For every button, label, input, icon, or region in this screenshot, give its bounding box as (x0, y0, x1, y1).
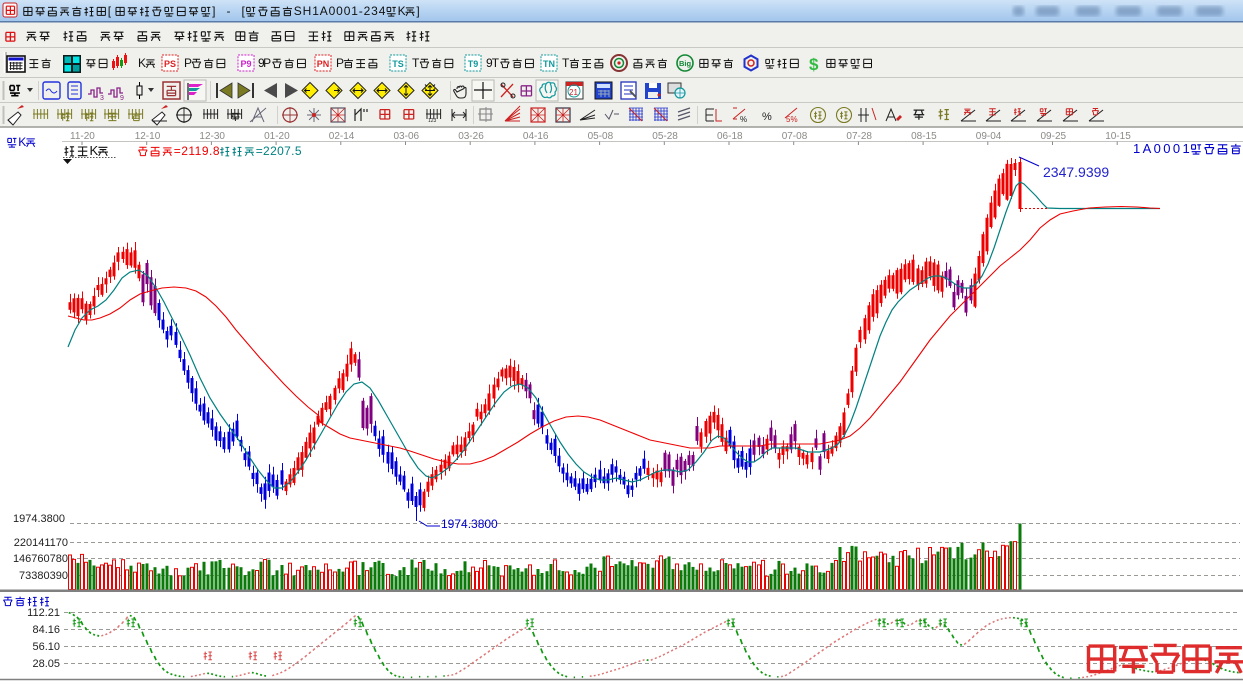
svg-text:T9: T9 (468, 59, 479, 69)
svg-text:11-20: 11-20 (70, 131, 95, 142)
svg-text:K: K (18, 135, 26, 149)
svg-text:TS: TS (392, 59, 404, 69)
svg-text:9T: 9T (486, 56, 500, 70)
svg-text:1974.3800: 1974.3800 (441, 517, 498, 531)
svg-text:220141170: 220141170 (14, 537, 68, 549)
svg-text:01-20: 01-20 (264, 131, 290, 142)
svg-text:07-08: 07-08 (782, 131, 808, 142)
svg-text:PN: PN (317, 59, 330, 69)
svg-text:12-10: 12-10 (135, 131, 161, 142)
svg-text:=2119.8: =2119.8 (174, 144, 220, 158)
svg-text:$: $ (809, 55, 819, 74)
svg-text:]: ] (416, 4, 419, 18)
svg-text:P9: P9 (240, 59, 251, 69)
svg-text:SH1A0001-234: SH1A0001-234 (294, 4, 386, 18)
svg-text:10-15: 10-15 (1105, 131, 1131, 142)
svg-text:9: 9 (120, 95, 124, 102)
svg-text:%: % (740, 115, 747, 124)
svg-text:09-25: 09-25 (1041, 131, 1067, 142)
svg-text:07-28: 07-28 (846, 131, 872, 142)
svg-text:T: T (562, 56, 570, 70)
svg-text:73380390: 73380390 (19, 570, 68, 582)
svg-text:09-04: 09-04 (976, 131, 1002, 142)
svg-text:PS: PS (164, 59, 176, 69)
svg-text:TN: TN (543, 59, 555, 69)
svg-text:06-18: 06-18 (717, 131, 743, 142)
svg-text:08-15: 08-15 (911, 131, 937, 142)
svg-text:=2207.5: =2207.5 (256, 144, 302, 158)
svg-text:05-28: 05-28 (652, 131, 678, 142)
svg-text:P: P (336, 56, 344, 70)
svg-text:K: K (398, 4, 406, 18)
svg-text:P: P (184, 56, 192, 70)
svg-text:03-06: 03-06 (394, 131, 420, 142)
svg-text:Big: Big (679, 59, 692, 68)
svg-text:K: K (90, 143, 99, 158)
svg-text:28.05: 28.05 (32, 658, 60, 670)
svg-text:04-16: 04-16 (523, 131, 549, 142)
svg-text:123: 123 (428, 118, 437, 124)
svg-text:%: % (762, 111, 772, 123)
svg-text:K: K (138, 56, 146, 70)
svg-text:5%: 5% (786, 115, 798, 124)
svg-text:03-26: 03-26 (458, 131, 484, 142)
svg-text:2347.9399: 2347.9399 (1043, 164, 1109, 180)
svg-text:05-08: 05-08 (588, 131, 614, 142)
svg-text:146760780: 146760780 (13, 553, 68, 565)
svg-text:9P: 9P (258, 56, 271, 70)
svg-text:T: T (412, 56, 420, 70)
svg-text:112.21: 112.21 (27, 607, 60, 619)
svg-text:84.16: 84.16 (32, 624, 60, 636)
svg-text:3: 3 (100, 95, 104, 102)
svg-text:12-30: 12-30 (199, 131, 225, 142)
svg-text:56.10: 56.10 (32, 641, 60, 653)
svg-text:1974.3800: 1974.3800 (13, 513, 65, 525)
svg-text:02-14: 02-14 (329, 131, 355, 142)
